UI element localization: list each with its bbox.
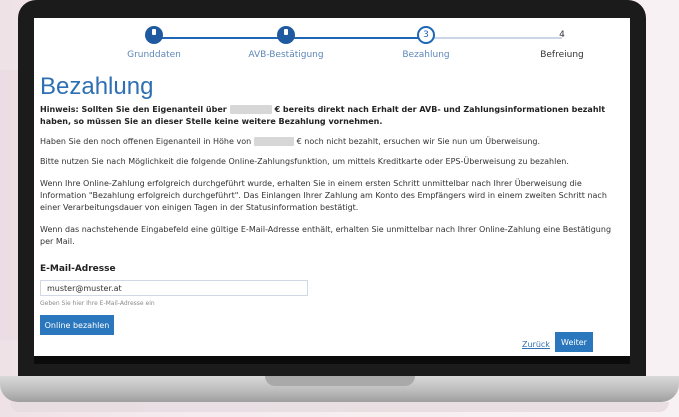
bezel-bottom <box>34 356 630 364</box>
step-label: Bezahlung <box>402 50 450 60</box>
check-icon <box>277 26 295 44</box>
step-number-circle: 4 <box>553 26 571 44</box>
step-avb-bestaetigung[interactable]: AVB-Bestätigung <box>226 26 346 60</box>
check-icon <box>145 26 163 44</box>
hinweis-text: Hinweis: Sollten Sie den Eigenanteil übe… <box>40 104 618 128</box>
browser-viewport: Grunddaten AVB-Bestätigung 3 Bezahlung 4… <box>34 18 630 356</box>
masked-amount: 0000 <box>253 137 295 146</box>
step-label: Grunddaten <box>127 50 181 60</box>
step-befreiung: 4 Befreiung <box>502 26 622 60</box>
step-grunddaten[interactable]: Grunddaten <box>94 26 214 60</box>
step-label: AVB-Bestätigung <box>248 50 324 60</box>
step-bezahlung[interactable]: 3 Bezahlung <box>366 26 486 60</box>
email-field[interactable] <box>40 280 308 296</box>
paragraph-online-payment: Bitte nutzen Sie nach Möglichkeit die fo… <box>40 157 569 166</box>
step-label: Befreiung <box>540 50 584 60</box>
back-link[interactable]: Zurück <box>522 340 550 349</box>
next-button[interactable]: Weiter <box>555 332 593 352</box>
laptop-shadow <box>10 402 669 412</box>
open-amount-pre: Haben Sie den noch offenen Eigenanteil i… <box>40 137 252 146</box>
step-number-circle: 3 <box>417 26 435 44</box>
paragraph-email-confirmation: Wenn das nachstehende Eingabefeld eine g… <box>40 225 612 246</box>
paragraph-open-amount: Haben Sie den noch offenen Eigenanteil i… <box>40 136 618 148</box>
email-hint: Geben Sie hier Ihre E-Mail-Adresse ein <box>40 300 155 307</box>
paragraph-payment-confirmation: Wenn Ihre Online-Zahlung erfolgreich dur… <box>40 179 607 212</box>
progress-stepper: Grunddaten AVB-Bestätigung 3 Bezahlung 4… <box>94 26 614 64</box>
masked-amount: 0000 <box>229 105 272 114</box>
online-pay-button[interactable]: Online bezahlen <box>40 315 114 335</box>
open-amount-post: € noch nicht bezahlt, ersuchen wir Sie n… <box>296 137 541 146</box>
laptop-base-notch <box>265 376 415 386</box>
step-number: 3 <box>423 30 429 40</box>
page-title: Bezahlung <box>40 73 154 100</box>
step-number: 4 <box>559 30 565 40</box>
hinweis-pre: Hinweis: Sollten Sie den Eigenanteil übe… <box>40 105 227 114</box>
email-label: E-Mail-Adresse <box>40 264 116 274</box>
